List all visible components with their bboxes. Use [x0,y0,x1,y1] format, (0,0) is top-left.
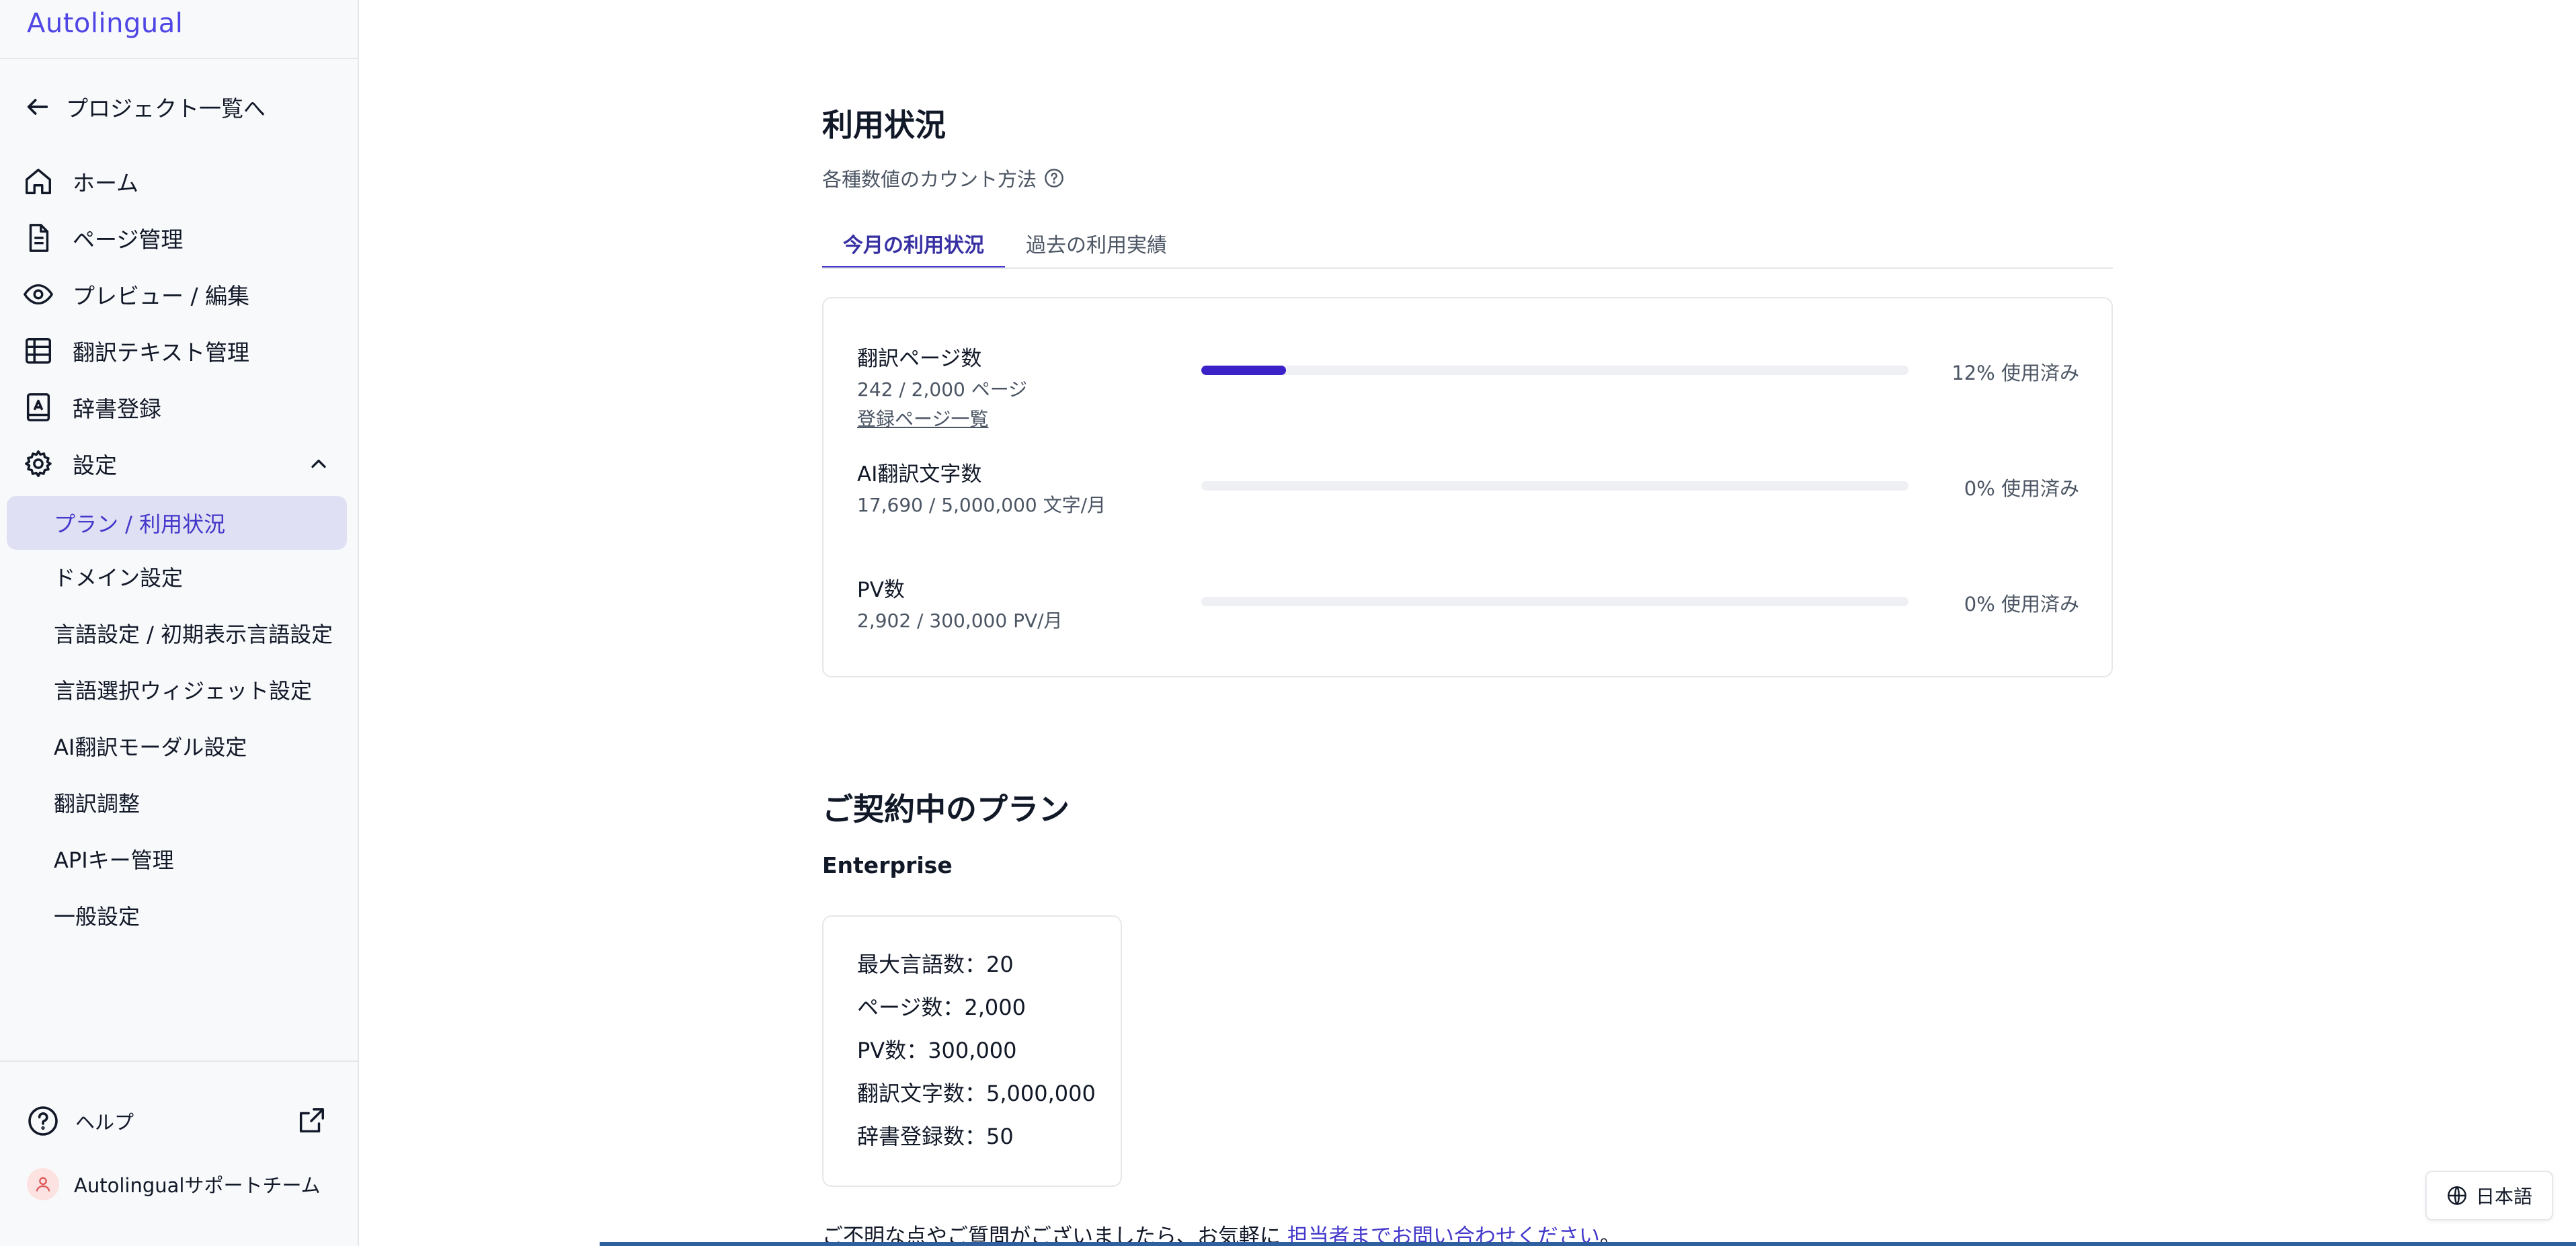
user-icon [36,1177,50,1192]
help-circle-icon [28,1106,58,1136]
count-method-label: 各種数値のカウント方法 [822,168,1037,191]
sidebar-divider [0,58,358,59]
sidebar: Autolingual プロジェクト一覧へ ホーム ページ管理 プレビュー / … [0,0,359,1246]
avatar [27,1168,59,1200]
app-logo[interactable]: Autolingual [27,8,183,39]
plan-detail: 翻訳文字数：5,000,000 [857,1081,1096,1106]
sidebar-item-settings[interactable]: 設定 [23,444,117,484]
plan-detail: ページ数：2,000 [857,995,1026,1020]
usage-percent: 0% 使用済み [1964,593,2079,616]
chevron-up-icon[interactable] [307,452,331,476]
sidebar-item-widget[interactable]: 言語選択ウィジェット設定 [54,671,312,708]
plan-detail: 辞書登録数：50 [857,1124,1014,1149]
progress-bar [1201,481,1908,491]
help-label: ヘルプ [75,1111,134,1134]
sidebar-item-general[interactable]: 一般設定 [54,897,140,934]
sidebar-item-translation-tuning[interactable]: 翻訳調整 [54,784,140,821]
usage-label: AI翻訳文字数 [857,462,982,487]
table-icon [26,338,51,364]
count-method-link[interactable]: 各種数値のカウント方法 [822,164,1065,192]
sidebar-item-api-keys[interactable]: APIキー管理 [54,840,174,878]
back-to-projects-link[interactable]: プロジェクト一覧へ [24,90,266,124]
usage-title: 利用状況 [822,107,946,143]
user-account[interactable]: Autolingualサポートチーム [27,1167,321,1202]
sidebar-item-domain[interactable]: ドメイン設定 [54,558,183,595]
home-icon [26,169,51,194]
usage-card: 翻訳ページ数 242 / 2,000 ページ 登録ページ一覧 12% 使用済み … [822,297,2113,677]
back-to-projects-label: プロジェクト一覧へ [66,95,266,122]
tab-past-usage[interactable]: 過去の利用実績 [1005,219,1188,267]
sidebar-item-home[interactable]: ホーム [23,161,138,202]
dictionary-icon [26,393,50,421]
plan-card: 最大言語数：20 ページ数：2,000 PV数：300,000 翻訳文字数：5,… [822,915,1122,1187]
question-icon [1045,169,1063,188]
sidebar-item-label: プレビュー / 編集 [73,283,250,309]
sidebar-item-label: ページ管理 [73,226,184,253]
usage-label: PV数 [857,578,905,602]
usage-label: 翻訳ページ数 [857,347,982,371]
document-icon [29,224,49,252]
sidebar-item-ai-modal[interactable]: AI翻訳モーダル設定 [54,727,247,765]
globe-icon [2448,1186,2466,1205]
bottom-edge-bar [600,1242,2576,1246]
tabs-divider [822,267,2113,269]
plan-detail: PV数：300,000 [857,1038,1017,1063]
gear-icon [25,450,52,477]
eye-icon [23,284,54,305]
plan-name: Enterprise [822,852,953,878]
language-label: 日本語 [2475,1186,2532,1208]
sidebar-bottom-divider [0,1061,358,1062]
sidebar-item-label: ホーム [73,170,139,196]
sidebar-item-dictionary[interactable]: 辞書登録 [23,387,161,427]
sidebar-item-pages[interactable]: ページ管理 [23,218,183,258]
usage-value: 242 / 2,000 ページ [857,378,1028,401]
arrow-left-icon [27,99,48,115]
language-switcher-button[interactable]: 日本語 [2425,1171,2553,1220]
usage-percent: 0% 使用済み [1964,477,2079,500]
help-link[interactable]: ヘルプ [27,1104,134,1138]
progress-bar [1201,597,1908,606]
main-content: 利用状況 各種数値のカウント方法 今月の利用状況 過去の利用実績 翻訳ページ数 … [359,0,2576,1246]
sidebar-item-language[interactable]: 言語設定 / 初期表示言語設定 [54,614,333,652]
plan-title: ご契約中のプラン [822,791,1070,827]
tab-this-month[interactable]: 今月の利用状況 [822,219,1005,269]
sidebar-item-preview[interactable]: プレビュー / 編集 [23,274,249,315]
external-link-icon[interactable] [296,1106,327,1136]
user-name: Autolingualサポートチーム [74,1174,321,1197]
sidebar-item-plan-usage[interactable]: プラン / 利用状況 [54,504,225,542]
usage-percent: 12% 使用済み [1951,362,2079,384]
plan-detail: 最大言語数：20 [857,952,1014,977]
sidebar-item-label: 辞書登録 [73,396,161,422]
usage-value: 17,690 / 5,000,000 文字/月 [857,494,1106,516]
usage-value: 2,902 / 300,000 PV/月 [857,610,1063,632]
progress-fill [1201,366,1287,375]
sidebar-item-label: 翻訳テキスト管理 [73,339,250,366]
progress-bar [1201,366,1908,375]
registered-pages-link[interactable]: 登録ページ一覧 [857,405,988,431]
sidebar-item-texts[interactable]: 翻訳テキスト管理 [23,331,249,371]
sidebar-item-label: 設定 [73,452,117,479]
